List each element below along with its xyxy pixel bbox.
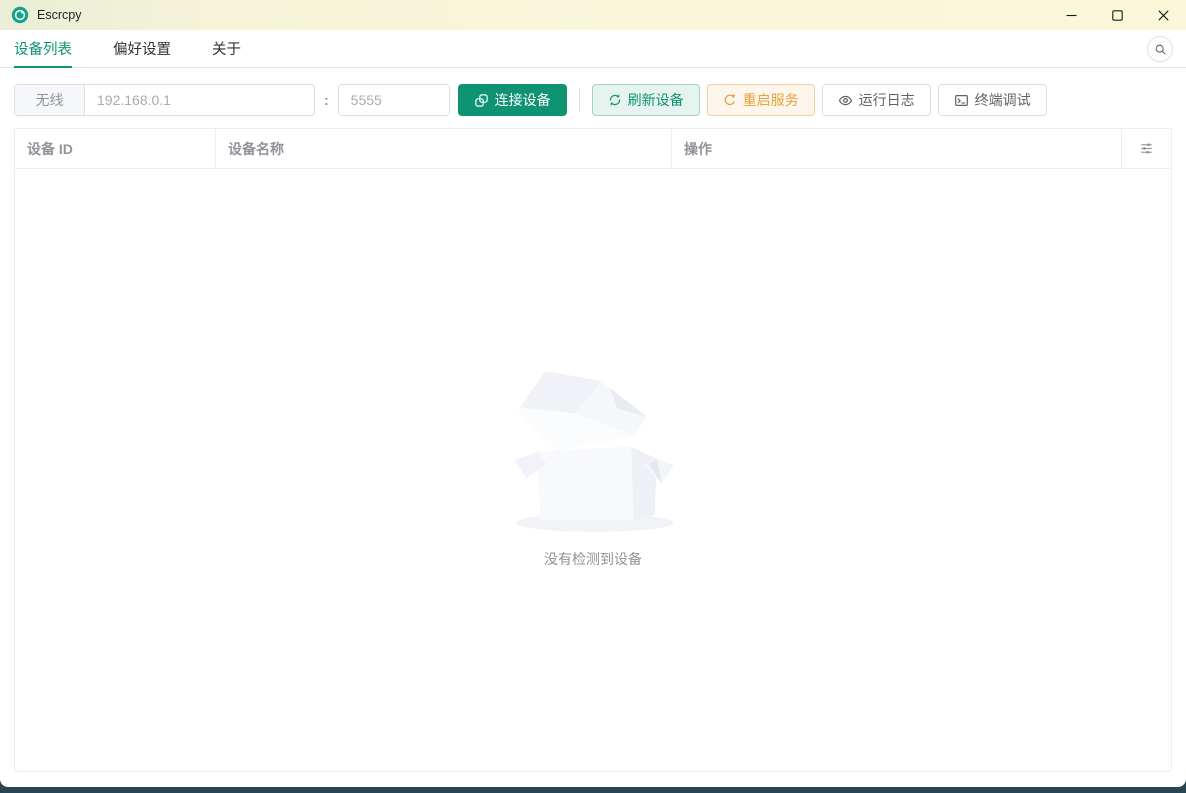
tab-bar: 设备列表 偏好设置 关于 — [0, 30, 1186, 68]
close-icon — [1157, 9, 1169, 21]
column-header-device-name: 设备名称 — [216, 129, 672, 168]
terminal-debug-label: 终端调试 — [974, 92, 1031, 108]
tab-label: 关于 — [212, 42, 241, 58]
eye-icon — [838, 95, 852, 105]
minimize-button[interactable] — [1048, 0, 1094, 30]
terminal-debug-button[interactable]: 终端调试 — [937, 84, 1047, 116]
maximize-icon — [1111, 9, 1123, 21]
restart-service-label: 重启服务 — [742, 92, 799, 108]
connection-toolbar: 无线 : 连接设备 刷新设备 — [0, 68, 1186, 128]
empty-state-text: 没有检测到设备 — [544, 550, 642, 567]
refresh-devices-button[interactable]: 刷新设备 — [591, 84, 700, 116]
search-button[interactable] — [1147, 36, 1173, 62]
port-input[interactable] — [337, 84, 450, 116]
empty-state: 没有检测到设备 — [511, 363, 675, 569]
tab-device-list[interactable]: 设备列表 — [14, 30, 72, 68]
wireless-ip-group: 无线 — [14, 84, 315, 116]
sliders-icon — [1141, 143, 1152, 154]
device-table: 设备 ID 设备名称 操作 没有检测到设备 — [14, 128, 1172, 772]
tab-about[interactable]: 关于 — [212, 30, 241, 67]
refresh-icon — [609, 94, 620, 106]
ip-port-separator: : — [324, 92, 329, 108]
table-body: 没有检测到设备 — [15, 169, 1171, 771]
minimize-icon — [1066, 14, 1076, 16]
connect-device-button[interactable]: 连接设备 — [457, 84, 567, 116]
tab-label: 设备列表 — [14, 42, 72, 58]
column-header-device-id: 设备 ID — [15, 129, 216, 168]
refresh-devices-label: 刷新设备 — [627, 92, 684, 108]
search-icon — [1155, 44, 1166, 55]
ip-address-input[interactable] — [85, 85, 314, 115]
app-logo-icon — [11, 6, 29, 24]
close-button[interactable] — [1140, 0, 1186, 30]
empty-box-illustration — [514, 370, 674, 532]
run-logs-button[interactable]: 运行日志 — [821, 84, 931, 116]
tab-preferences[interactable]: 偏好设置 — [113, 30, 171, 67]
connect-device-label: 连接设备 — [494, 92, 551, 108]
link-icon — [474, 93, 488, 107]
terminal-icon — [954, 94, 968, 106]
tab-label: 偏好设置 — [113, 42, 171, 58]
window-controls — [1048, 0, 1186, 30]
table-header-row: 设备 ID 设备名称 操作 — [15, 129, 1171, 169]
run-logs-label: 运行日志 — [858, 92, 915, 108]
refresh-right-icon — [724, 94, 736, 106]
titlebar-drag-area[interactable]: Escrcpy — [0, 0, 1186, 30]
wireless-label: 无线 — [15, 85, 85, 115]
app-window: Escrcpy 设备列表 偏好设置 关于 无线 192.168.0.1: 55… — [0, 0, 1186, 787]
maximize-button[interactable] — [1094, 0, 1140, 30]
column-settings-button[interactable] — [1122, 129, 1171, 168]
column-header-actions: 操作 — [672, 129, 1122, 168]
window-title: Escrcpy — [37, 8, 82, 22]
toolbar-divider — [578, 88, 580, 112]
restart-service-button[interactable]: 重启服务 — [706, 84, 815, 116]
